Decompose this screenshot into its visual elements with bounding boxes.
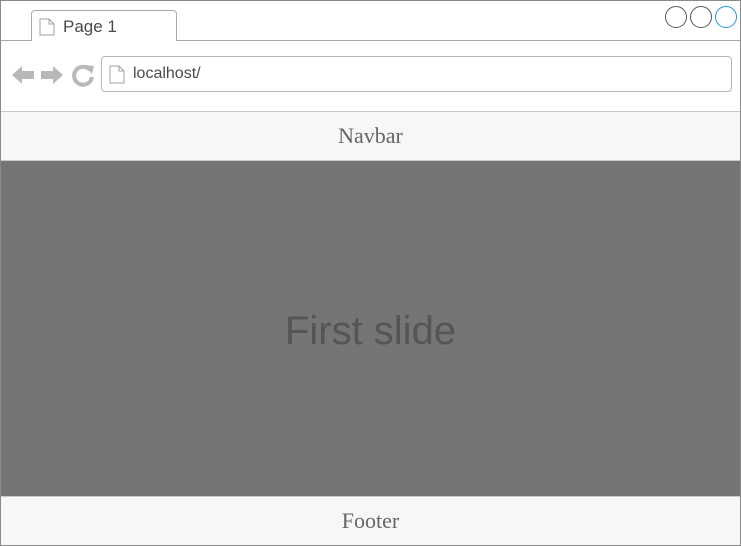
document-icon — [109, 65, 125, 84]
carousel-slide[interactable]: First slide — [1, 161, 740, 496]
window-controls — [665, 6, 737, 28]
address-row: localhost/ — [1, 41, 740, 111]
navbar-label: Navbar — [338, 123, 403, 148]
footer-label: Footer — [341, 508, 400, 533]
navbar: Navbar — [1, 111, 740, 161]
close-button[interactable] — [715, 6, 737, 28]
tab-title: Page 1 — [63, 17, 117, 36]
url-text: localhost/ — [133, 65, 201, 82]
maximize-button[interactable] — [690, 6, 712, 28]
slide-label: First slide — [284, 309, 457, 353]
minimize-button[interactable] — [665, 6, 687, 28]
tab-page-1[interactable]: Page 1 — [31, 10, 177, 41]
footer: Footer — [1, 496, 740, 545]
tab-strip: Page 1 — [1, 1, 740, 41]
reload-icon[interactable] — [71, 63, 95, 87]
browser-window: Page 1 localhost/ Navbar First slide Foo… — [0, 0, 741, 546]
document-icon — [39, 18, 55, 36]
arrow-right-icon[interactable] — [40, 63, 64, 87]
arrow-left-icon[interactable] — [11, 63, 35, 87]
address-bar[interactable]: localhost/ — [101, 56, 732, 92]
